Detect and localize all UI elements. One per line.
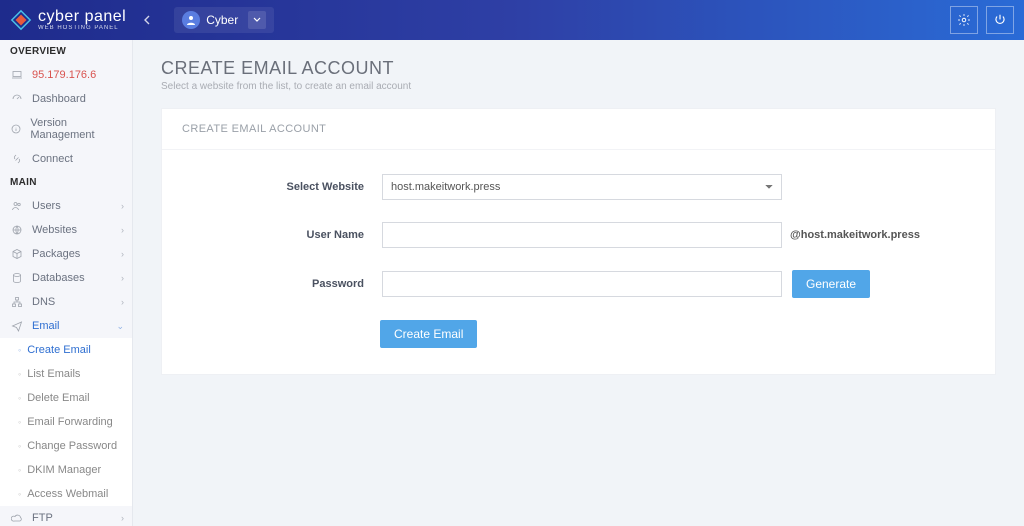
chevron-right-icon: › [121, 297, 124, 307]
sitemap-icon [10, 296, 24, 308]
sidebar-item-ftp[interactable]: FTP › [0, 506, 132, 526]
sidebar-subitem-change-password[interactable]: Change Password [0, 434, 132, 458]
sidebar-item-connect[interactable]: Connect [0, 147, 132, 171]
link-icon [10, 153, 24, 165]
db-icon [10, 272, 24, 284]
website-select[interactable]: host.makeitwork.press [382, 174, 782, 200]
generate-password-button[interactable]: Generate [792, 270, 870, 298]
sidebar: OVERVIEW 95.179.176.6 Dashboard Version Man… [0, 40, 133, 526]
card-title: CREATE EMAIL ACCOUNT [162, 109, 995, 150]
cloud-icon [10, 512, 24, 524]
username-label: User Name [182, 229, 382, 241]
globe-icon [10, 224, 24, 236]
gear-icon [957, 13, 971, 27]
box-icon [10, 248, 24, 260]
user-name: Cyber [206, 13, 238, 27]
sidebar-subitem-delete-email[interactable]: Delete Email [0, 386, 132, 410]
sidebar-item-label: FTP [32, 512, 53, 524]
sidebar-item-label: DNS [32, 296, 55, 308]
page-subtitle: Select a website from the list, to creat… [161, 81, 996, 92]
sidebar-collapse-button[interactable] [138, 8, 156, 32]
sidebar-item-label: 95.179.176.6 [32, 69, 96, 81]
sidebar-item-label: Version Management [30, 117, 122, 141]
sidebar-section-header: MAIN [0, 171, 132, 194]
sidebar-item-label: Email [32, 320, 60, 332]
chevron-right-icon: › [121, 225, 124, 235]
settings-button[interactable] [950, 6, 978, 34]
user-avatar-icon [182, 11, 200, 29]
sidebar-item-label: Packages [32, 248, 80, 260]
sidebar-item-label: Dashboard [32, 93, 86, 105]
power-button[interactable] [986, 6, 1014, 34]
sidebar-subitem-list-emails[interactable]: List Emails [0, 362, 132, 386]
sidebar-item-version-management[interactable]: Version Management [0, 111, 132, 147]
chevron-down-icon: ⌄ [116, 321, 124, 332]
laptop-icon [10, 69, 24, 81]
create-email-card: CREATE EMAIL ACCOUNT Select Website host… [161, 108, 996, 375]
power-icon [993, 13, 1007, 27]
sidebar-item-email[interactable]: Email ⌄ [0, 314, 132, 338]
sidebar-subitem-create-email[interactable]: Create Email [0, 338, 132, 362]
sidebar-item-label: Connect [32, 153, 73, 165]
send-icon [10, 320, 24, 332]
page-title: CREATE EMAIL ACCOUNT [161, 58, 996, 79]
users-icon [10, 200, 24, 212]
brand-sub: WEB HOSTING PANEL [38, 25, 126, 31]
sidebar-item-websites[interactable]: Websites › [0, 218, 132, 242]
username-domain-suffix: @host.makeitwork.press [790, 229, 920, 241]
sidebar-subitem-dkim-manager[interactable]: DKIM Manager [0, 458, 132, 482]
chevron-right-icon: › [121, 201, 124, 211]
sidebar-subitem-email-forwarding[interactable]: Email Forwarding [0, 410, 132, 434]
sidebar-section-header: OVERVIEW [0, 40, 132, 63]
website-label: Select Website [182, 181, 382, 193]
sidebar-item-label: Databases [32, 272, 85, 284]
username-input[interactable] [382, 222, 782, 248]
dash-icon [10, 93, 24, 105]
main-content: CREATE EMAIL ACCOUNT Select a website fr… [133, 40, 1024, 526]
logo-icon [10, 9, 32, 31]
chevron-right-icon: › [121, 513, 124, 523]
chevron-right-icon: › [121, 249, 124, 259]
create-email-button[interactable]: Create Email [380, 320, 477, 348]
info-icon [10, 123, 22, 135]
sidebar-item-dashboard[interactable]: Dashboard [0, 87, 132, 111]
sidebar-subitem-access-webmail[interactable]: Access Webmail [0, 482, 132, 506]
sidebar-item-packages[interactable]: Packages › [0, 242, 132, 266]
logo[interactable]: cyber panel WEB HOSTING PANEL [10, 9, 126, 31]
password-input[interactable] [382, 271, 782, 297]
sidebar-item-users[interactable]: Users › [0, 194, 132, 218]
password-label: Password [182, 278, 382, 290]
chevron-right-icon: › [121, 273, 124, 283]
sidebar-item-databases[interactable]: Databases › [0, 266, 132, 290]
sidebar-item-label: Users [32, 200, 61, 212]
sidebar-item-95-179-176-6[interactable]: 95.179.176.6 [0, 63, 132, 87]
brand-name: cyber panel [38, 9, 126, 25]
chevron-down-icon [248, 11, 266, 29]
user-menu[interactable]: Cyber [174, 7, 274, 33]
sidebar-item-label: Websites [32, 224, 77, 236]
sidebar-item-dns[interactable]: DNS › [0, 290, 132, 314]
